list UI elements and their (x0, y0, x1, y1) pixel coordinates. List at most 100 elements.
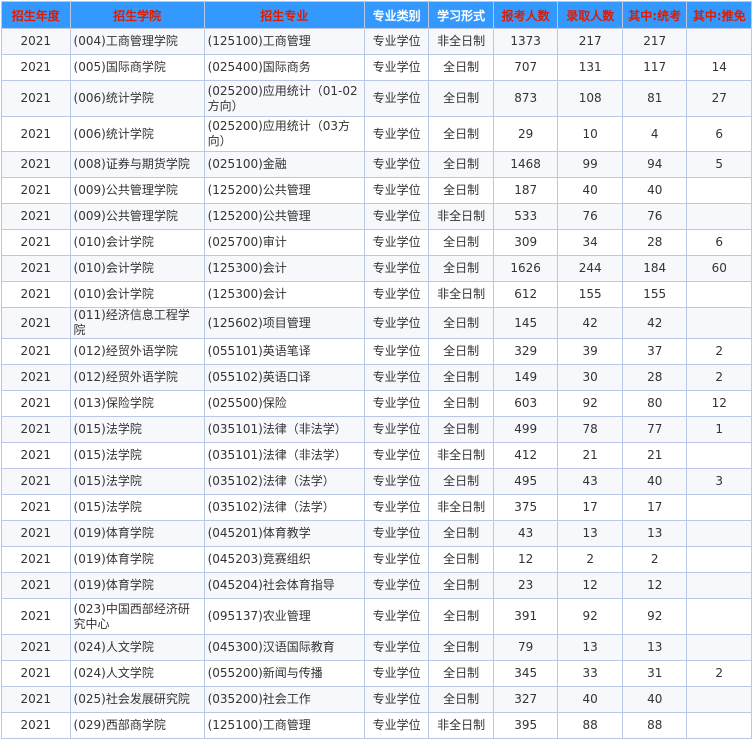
cell-mode: 非全日制 (428, 712, 494, 739)
cell-category: 专业学位 (363, 364, 430, 391)
cell-exam: 17 (621, 494, 688, 521)
cell-major: (125602)项目管理 (203, 307, 365, 339)
table-header-row: 招生年度 招生学院 招生专业 专业类别 学习形式 报考人数 录取人数 其中:统考… (1, 1, 752, 29)
cell-mode: 全日制 (428, 520, 494, 547)
cell-year: 2021 (1, 151, 71, 178)
cell-major: (125200)公共管理 (203, 177, 365, 204)
table-row: 2021 (013)保险学院 (025500)保险 专业学位 全日制 603 92 80 12 (1, 390, 752, 417)
cell-mode: 全日制 (428, 151, 494, 178)
table-row: 2021 (009)公共管理学院 (125200)公共管理 专业学位 全日制 187 40 4… (1, 177, 752, 204)
cell-year: 2021 (1, 390, 71, 417)
cell-category: 专业学位 (363, 307, 430, 339)
cell-exam: 42 (621, 307, 688, 339)
cell-category: 专业学位 (363, 229, 430, 256)
cell-year: 2021 (1, 28, 71, 55)
cell-category: 专业学位 (363, 390, 430, 417)
cell-college: (024)人文学院 (69, 660, 205, 687)
cell-category: 专业学位 (363, 151, 430, 178)
cell-admitted: 244 (557, 255, 623, 282)
cell-exam: 28 (621, 229, 688, 256)
cell-college: (019)体育学院 (69, 520, 205, 547)
cell-mode: 全日制 (428, 572, 494, 599)
cell-major: (055102)英语口译 (203, 364, 365, 391)
cell-major: (045203)竞赛组织 (203, 546, 365, 573)
cell-college: (011)经济信息工程学院 (69, 307, 205, 339)
cell-admitted: 17 (557, 494, 623, 521)
cell-exempt (686, 546, 752, 573)
cell-category: 专业学位 (363, 468, 430, 495)
cell-college: (006)统计学院 (69, 116, 205, 152)
cell-college: (013)保险学院 (69, 390, 205, 417)
cell-mode: 全日制 (428, 546, 494, 573)
cell-exempt: 2 (686, 660, 752, 687)
cell-applicants: 23 (492, 572, 559, 599)
cell-exempt (686, 494, 752, 521)
cell-major: (125100)工商管理 (203, 28, 365, 55)
cell-college: (005)国际商学院 (69, 54, 205, 81)
cell-admitted: 30 (557, 364, 623, 391)
cell-applicants: 1373 (492, 28, 559, 55)
cell-mode: 全日制 (428, 338, 494, 365)
header-cell-major: 招生专业 (203, 1, 365, 29)
cell-exam: 13 (621, 520, 688, 547)
cell-year: 2021 (1, 712, 71, 739)
cell-year: 2021 (1, 468, 71, 495)
cell-major: (025400)国际商务 (203, 54, 365, 81)
cell-exempt: 60 (686, 255, 752, 282)
cell-admitted: 42 (557, 307, 623, 339)
cell-category: 专业学位 (363, 338, 430, 365)
cell-applicants: 1626 (492, 255, 559, 282)
cell-category: 专业学位 (363, 80, 430, 117)
cell-college: (029)西部商学院 (69, 712, 205, 739)
cell-category: 专业学位 (363, 546, 430, 573)
cell-college: (009)公共管理学院 (69, 203, 205, 230)
cell-category: 专业学位 (363, 28, 430, 55)
table-body: 2021 (004)工商管理学院 (125100)工商管理 专业学位 非全日制 1373 2… (1, 28, 752, 739)
cell-major: (055101)英语笔译 (203, 338, 365, 365)
cell-admitted: 34 (557, 229, 623, 256)
admissions-table: 招生年度 招生学院 招生专业 专业类别 学习形式 报考人数 录取人数 其中:统考… (1, 1, 752, 739)
cell-year: 2021 (1, 116, 71, 152)
cell-year: 2021 (1, 364, 71, 391)
cell-college: (010)会计学院 (69, 255, 205, 282)
cell-exam: 88 (621, 712, 688, 739)
cell-major: (045300)汉语国际教育 (203, 634, 365, 661)
cell-applicants: 495 (492, 468, 559, 495)
cell-applicants: 149 (492, 364, 559, 391)
cell-exempt: 12 (686, 390, 752, 417)
cell-college: (019)体育学院 (69, 572, 205, 599)
cell-applicants: 603 (492, 390, 559, 417)
cell-mode: 全日制 (428, 686, 494, 713)
cell-admitted: 33 (557, 660, 623, 687)
cell-mode: 全日制 (428, 229, 494, 256)
cell-admitted: 2 (557, 546, 623, 573)
cell-exempt (686, 598, 752, 635)
table-row: 2021 (019)体育学院 (045201)体育教学 专业学位 全日制 43 13 13 (1, 520, 752, 547)
cell-year: 2021 (1, 281, 71, 308)
cell-exempt (686, 28, 752, 55)
cell-college: (012)经贸外语学院 (69, 338, 205, 365)
cell-year: 2021 (1, 520, 71, 547)
cell-admitted: 40 (557, 177, 623, 204)
cell-college: (015)法学院 (69, 416, 205, 443)
cell-year: 2021 (1, 80, 71, 117)
cell-applicants: 43 (492, 520, 559, 547)
cell-mode: 全日制 (428, 598, 494, 635)
table-row: 2021 (015)法学院 (035102)法律（法学） 专业学位 全日制 495 43 40… (1, 468, 752, 495)
cell-applicants: 12 (492, 546, 559, 573)
header-cell-admitted: 录取人数 (557, 1, 623, 29)
cell-mode: 非全日制 (428, 203, 494, 230)
cell-admitted: 43 (557, 468, 623, 495)
cell-category: 专业学位 (363, 442, 430, 469)
cell-admitted: 39 (557, 338, 623, 365)
cell-mode: 全日制 (428, 364, 494, 391)
cell-applicants: 309 (492, 229, 559, 256)
table-row: 2021 (019)体育学院 (045204)社会体育指导 专业学位 全日制 23 12 12 (1, 572, 752, 599)
cell-year: 2021 (1, 177, 71, 204)
cell-college: (019)体育学院 (69, 546, 205, 573)
cell-exempt (686, 686, 752, 713)
cell-exam: 37 (621, 338, 688, 365)
cell-mode: 全日制 (428, 54, 494, 81)
cell-exam: 21 (621, 442, 688, 469)
cell-major: (125200)公共管理 (203, 203, 365, 230)
